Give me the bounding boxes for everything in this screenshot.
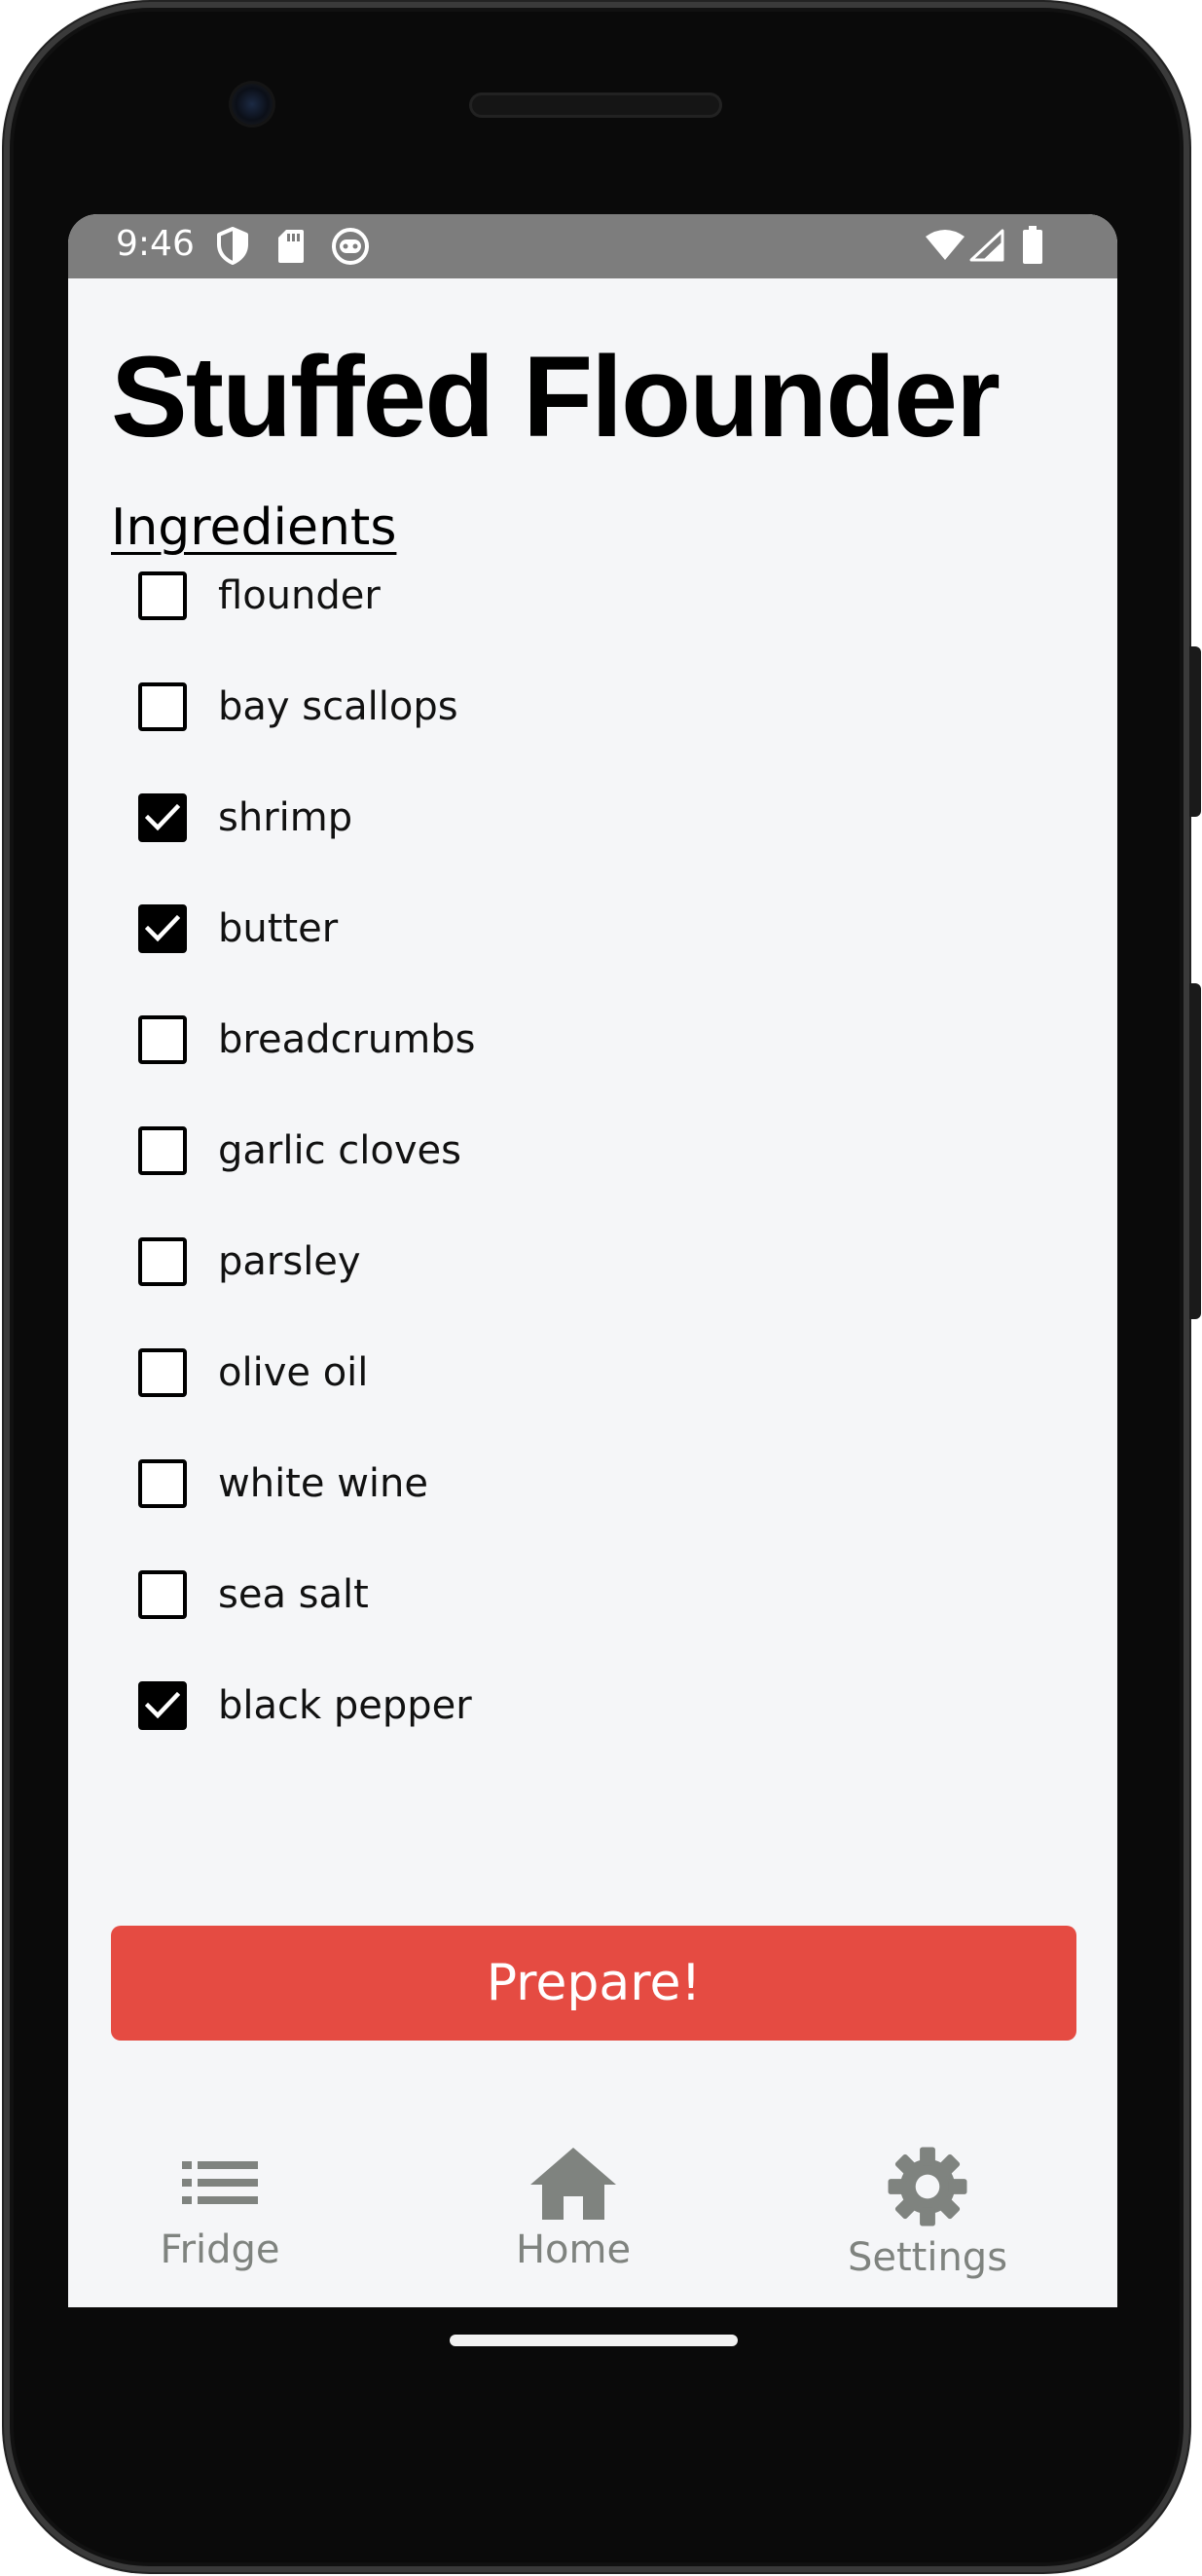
check-icon	[145, 803, 180, 831]
volume-button	[1189, 983, 1201, 1319]
checkbox-checked[interactable]	[138, 793, 187, 842]
ingredient-item-flounder[interactable]: flounder	[138, 567, 381, 625]
checkbox[interactable]	[138, 682, 187, 731]
app-screen: 9:46 Stuffed Flounder Ingredients flound…	[68, 214, 1117, 2307]
nav-label-fridge: Fridge	[160, 2227, 280, 2272]
android-face-icon	[331, 227, 370, 270]
ingredient-label: breadcrumbs	[218, 1017, 476, 1062]
ingredient-label: parsley	[218, 1239, 361, 1284]
ingredient-item-sea-salt[interactable]: sea salt	[138, 1565, 369, 1624]
ingredient-label: shrimp	[218, 795, 353, 840]
shield-icon	[216, 226, 249, 269]
ingredient-label: white wine	[218, 1461, 428, 1506]
ingredient-item-olive-oil[interactable]: olive oil	[138, 1343, 368, 1402]
ingredient-item-shrimp[interactable]: shrimp	[138, 789, 352, 847]
status-bar: 9:46	[68, 214, 1117, 278]
checkbox-checked[interactable]	[138, 904, 187, 953]
ingredient-item-butter[interactable]: butter	[138, 900, 338, 958]
checkbox-checked[interactable]	[138, 1681, 187, 1730]
checkbox[interactable]	[138, 1015, 187, 1064]
earpiece-speaker	[469, 92, 722, 118]
battery-icon	[1022, 226, 1043, 269]
nav-label-settings: Settings	[847, 2235, 1008, 2280]
checkbox[interactable]	[138, 1459, 187, 1508]
sd-card-icon	[276, 228, 306, 269]
cell-signal-icon	[969, 229, 1004, 266]
prepare-button[interactable]: Prepare!	[111, 1926, 1076, 2041]
nav-item-fridge[interactable]: Fridge	[103, 2144, 337, 2307]
status-time: 9:46	[116, 224, 195, 264]
ingredient-label: sea salt	[218, 1572, 369, 1617]
ingredients-heading: Ingredients	[111, 498, 397, 557]
nav-label-home: Home	[515, 2227, 632, 2272]
checkbox[interactable]	[138, 1237, 187, 1286]
nav-item-home[interactable]: Home	[456, 2144, 690, 2307]
checkbox[interactable]	[138, 1570, 187, 1619]
front-camera	[232, 84, 273, 125]
wifi-icon	[925, 229, 965, 266]
list-icon	[182, 2161, 258, 2204]
check-icon	[145, 1691, 180, 1719]
checkbox[interactable]	[138, 1348, 187, 1397]
home-icon	[530, 2148, 616, 2220]
ingredient-label: garlic cloves	[218, 1128, 461, 1173]
ingredient-label: flounder	[218, 573, 381, 618]
ingredient-item-breadcrumbs[interactable]: breadcrumbs	[138, 1011, 475, 1069]
checkbox[interactable]	[138, 571, 187, 620]
check-icon	[145, 914, 180, 942]
ingredient-label: olive oil	[218, 1350, 369, 1395]
ingredient-item-bay-scallops[interactable]: bay scallops	[138, 678, 458, 736]
power-button	[1189, 646, 1201, 817]
ingredient-label: black pepper	[218, 1683, 472, 1728]
checkbox[interactable]	[138, 1126, 187, 1175]
ingredient-label: bay scallops	[218, 684, 458, 729]
ingredient-item-garlic-cloves[interactable]: garlic cloves	[138, 1122, 461, 1180]
gear-icon	[888, 2147, 967, 2226]
ingredient-label: butter	[218, 906, 339, 951]
page-title: Stuffed Flounder	[111, 333, 1001, 461]
home-indicator[interactable]	[450, 2335, 738, 2346]
nav-item-settings[interactable]: Settings	[811, 2144, 1044, 2307]
bottom-nav: Fridge Home Settings	[68, 2144, 1117, 2307]
ingredient-item-white-wine[interactable]: white wine	[138, 1454, 428, 1513]
ingredient-item-parsley[interactable]: parsley	[138, 1233, 361, 1291]
ingredient-item-black-pepper[interactable]: black pepper	[138, 1676, 472, 1735]
